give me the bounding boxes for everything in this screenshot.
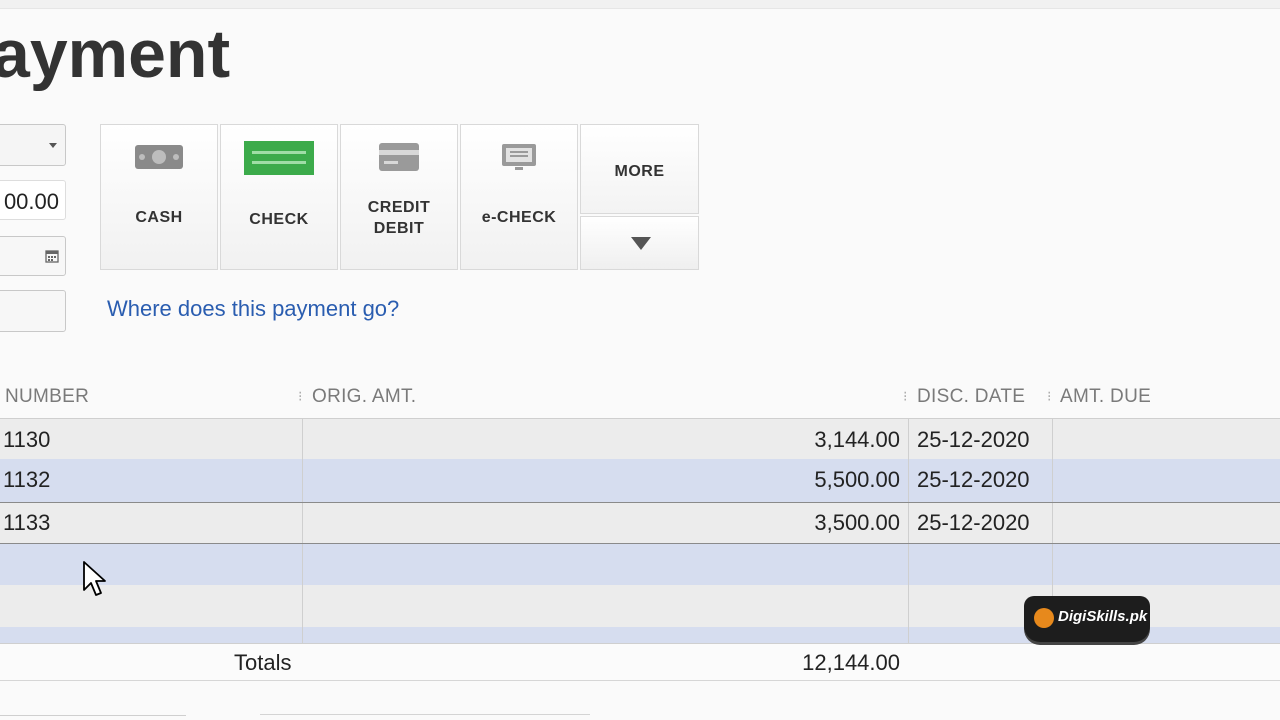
header-disc-date[interactable]: DISC. DATE: [917, 386, 1025, 408]
credit-label-line1: CREDIT: [367, 199, 431, 216]
watermark-text: DigiSkills.pk: [1058, 608, 1148, 625]
payment-destination-link[interactable]: Where does this payment go?: [107, 296, 399, 322]
chevron-down-icon: [49, 143, 57, 148]
payment-account-select[interactable]: [0, 124, 66, 166]
credit-label-line2: DEBIT: [373, 220, 425, 237]
amount-field[interactable]: 00.00: [0, 180, 66, 220]
more-dropdown-button[interactable]: [580, 216, 699, 270]
cell-number[interactable]: [0, 585, 302, 627]
divider: [260, 714, 590, 715]
cell-amt-due[interactable]: [1052, 459, 1280, 502]
triangle-down-icon: [631, 237, 651, 250]
header-orig-amt[interactable]: ORIG. AMT.: [312, 386, 416, 408]
header-number[interactable]: NUMBER: [5, 386, 89, 408]
amount-value: 00.00: [3, 189, 59, 214]
cash-label: CASH: [135, 209, 183, 226]
cell-orig-amt: 3,144.00: [302, 419, 908, 459]
column-resize-handle[interactable]: ⁝: [298, 388, 302, 405]
credit-debit-button[interactable]: CREDIT DEBIT: [340, 124, 458, 270]
more-label: MORE: [614, 163, 665, 180]
calendar-icon[interactable]: [45, 249, 59, 263]
check-button[interactable]: CHECK: [220, 124, 338, 270]
cell-orig-amt[interactable]: [302, 585, 908, 627]
mouse-pointer-icon: [83, 561, 106, 596]
check-icon: [244, 141, 314, 175]
header-amt-due[interactable]: AMT. DUE: [1060, 386, 1151, 408]
cell-number: 1133: [3, 510, 51, 535]
cell-amt-due[interactable]: [1052, 503, 1280, 543]
cell-amt-due[interactable]: [1052, 544, 1280, 585]
table-row[interactable]: 1133 3,500.00 25-12-2020: [0, 503, 1280, 544]
cell-orig-amt: 5,500.00: [302, 459, 908, 502]
table-header: NUMBER ⁝ ORIG. AMT. ⁝ DISC. DATE ⁝ AMT. …: [0, 380, 1280, 418]
table-row[interactable]: [0, 544, 1280, 585]
cash-button[interactable]: CASH: [100, 124, 218, 270]
logo-icon: [1034, 608, 1054, 628]
cell-disc-date: 25-12-2020: [908, 459, 1052, 502]
column-resize-handle[interactable]: ⁝: [903, 388, 907, 405]
credit-card-icon: [379, 143, 419, 171]
totals-value: 12,144.00: [802, 650, 900, 675]
top-bar: [0, 0, 1280, 9]
table-row[interactable]: 1132 5,500.00 25-12-2020: [0, 459, 1280, 503]
cell-orig-amt[interactable]: [302, 544, 908, 585]
totals-label: Totals: [234, 650, 292, 675]
column-resize-handle[interactable]: ⁝: [1047, 388, 1051, 405]
cell-orig-amt[interactable]: [302, 627, 908, 643]
cash-icon: [135, 145, 183, 169]
cell-amt-due[interactable]: [1052, 419, 1280, 459]
cell-number[interactable]: [0, 544, 302, 585]
cell-number[interactable]: [0, 627, 302, 643]
divider: [0, 715, 186, 716]
cell-disc-date: 25-12-2020: [908, 503, 1052, 543]
more-button[interactable]: MORE: [580, 124, 699, 214]
cell-orig-amt: 3,500.00: [302, 503, 908, 543]
more-group: MORE: [580, 124, 699, 270]
table-row[interactable]: 1130 3,144.00 25-12-2020: [0, 419, 1280, 459]
page-title: ayment: [0, 16, 231, 92]
cell-disc-date[interactable]: [908, 544, 1052, 585]
credit-debit-label: CREDIT DEBIT: [341, 197, 457, 239]
check-label: CHECK: [249, 211, 309, 228]
echeck-button[interactable]: e-CHECK: [460, 124, 578, 270]
watermark-logo: DigiSkills.pk: [1024, 596, 1150, 642]
echeck-label: e-CHECK: [481, 209, 557, 226]
cell-number: 1132: [3, 467, 51, 492]
date-field[interactable]: [0, 236, 66, 276]
reference-field[interactable]: [0, 290, 66, 332]
cell-disc-date: 25-12-2020: [908, 419, 1052, 459]
totals-row: Totals 12,144.00: [0, 643, 1280, 681]
cell-number: 1130: [3, 427, 51, 452]
monitor-icon: [502, 144, 536, 170]
